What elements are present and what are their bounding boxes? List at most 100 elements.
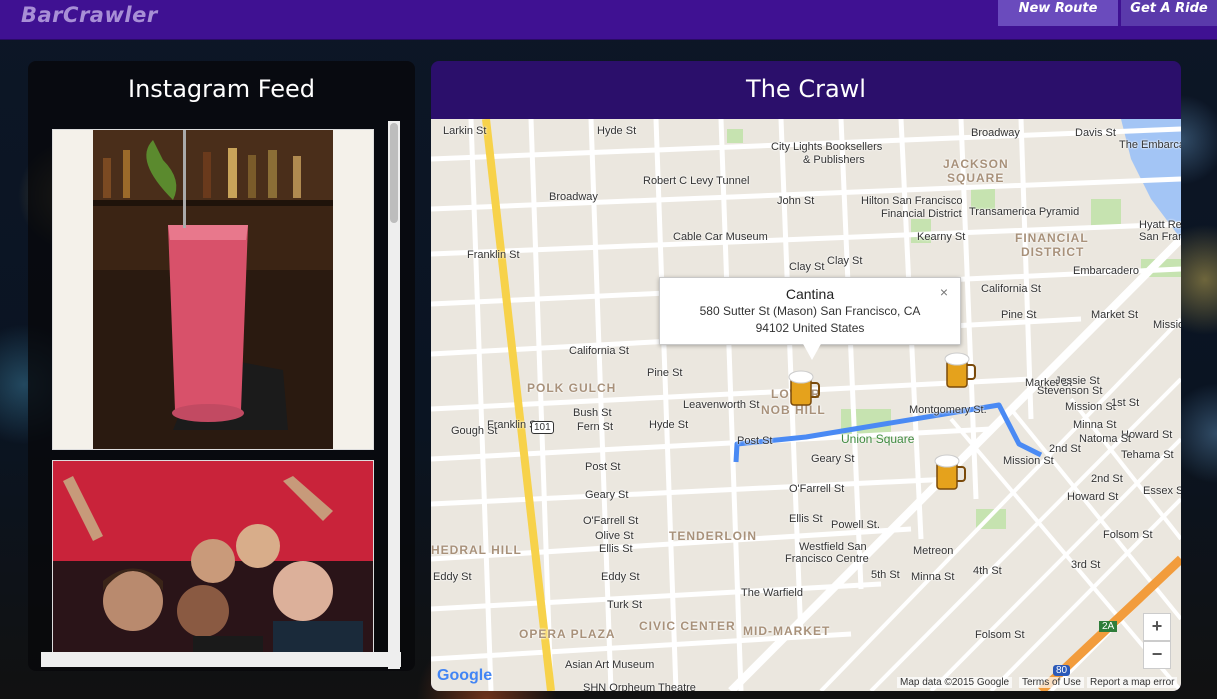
label-westfield-2: Francisco Centre (785, 553, 869, 565)
label-jackson-square-2: SQUARE (947, 171, 1005, 185)
map-data-attribution: Map data ©2015 Google (897, 677, 1013, 688)
label-fern-st: Fern St (577, 421, 614, 433)
label-5th-st: 5th St (871, 569, 900, 581)
label-pine-st-2: Pine St (1001, 309, 1037, 321)
label-folsom-st: Folsom St (1103, 529, 1153, 541)
instagram-panel: Instagram Feed (28, 61, 415, 671)
label-union-square: Union Square (841, 432, 915, 446)
label-geary-st: Geary St (811, 453, 855, 465)
exit-2a-sign: 2A (1099, 621, 1118, 632)
label-olive-st: Olive St (595, 530, 634, 542)
label-cable-car-museum: Cable Car Museum (673, 231, 768, 243)
i80-shield: 80 (1053, 665, 1071, 676)
new-route-button[interactable]: New Route (998, 0, 1118, 26)
label-kearny-st: Kearny St (917, 231, 966, 243)
label-westfield-1: Westfield San (799, 541, 867, 553)
feed-horizontal-scrollbar[interactable] (41, 652, 401, 667)
label-warfield: The Warfield (741, 587, 803, 599)
instagram-photo-cocktail[interactable] (52, 129, 374, 450)
label-john-st: John St (777, 195, 815, 207)
label-hilton-2: Financial District (881, 208, 962, 220)
label-california-st: California St (569, 345, 629, 357)
top-navbar: BarCrawler New Route Get A Ride (0, 0, 1217, 40)
label-financial-1: FINANCIAL (1015, 231, 1089, 245)
label-hyde-st-2: Hyde St (649, 419, 689, 431)
label-hyatt-2: San Francis (1139, 231, 1181, 243)
beer-marker-3[interactable] (933, 453, 967, 491)
label-hilton-1: Hilton San Francisco (861, 195, 963, 207)
zoom-out-button[interactable]: − (1143, 641, 1171, 669)
label-tehama-st: Tehama St (1121, 449, 1174, 461)
label-folsom-st-2: Folsom St (975, 629, 1025, 641)
instagram-title: Instagram Feed (128, 75, 315, 103)
label-hyde-st: Hyde St (597, 125, 637, 137)
label-eddy-st-2: Eddy St (601, 571, 640, 583)
label-post-st: Post St (737, 435, 773, 447)
label-ofarrell-st-2: O'Farrell St (583, 515, 639, 527)
label-embarcadero-station: Embarcadero (1073, 265, 1140, 277)
label-stevenson-st: Stevenson St (1037, 385, 1103, 397)
label-civic-center: CIVIC CENTER (639, 619, 736, 633)
instagram-photo-group[interactable] (52, 460, 374, 654)
label-essex-st: Essex St (1143, 485, 1181, 497)
label-geary-st-2: Geary St (585, 489, 629, 501)
feed-vertical-scrollbar[interactable] (388, 121, 400, 669)
feed-scroll-thumb[interactable] (390, 123, 398, 223)
instagram-feed (52, 129, 386, 654)
cocktail-image (53, 130, 373, 449)
label-franklin-st: Franklin St (467, 249, 520, 261)
label-the-embarcadero: The Embarcadero (1119, 139, 1181, 151)
label-4th-st: 4th St (973, 565, 1002, 577)
label-davis-st: Davis St (1075, 127, 1116, 139)
label-1st-st: 1st St (1111, 397, 1140, 409)
get-a-ride-button[interactable]: Get A Ride (1121, 0, 1217, 26)
label-ellis-st: Ellis St (789, 513, 823, 525)
label-opera-plaza: OPERA PLAZA (519, 627, 616, 641)
label-powell-station: Powell St. (831, 519, 880, 531)
label-market-st: Market St (1091, 309, 1139, 321)
close-icon[interactable]: × (940, 284, 948, 300)
label-turk-st: Turk St (607, 599, 643, 611)
label-cathedral-hill: HEDRAL HILL (431, 543, 522, 557)
info-window-address-line2: 94102 United States (755, 321, 865, 335)
report-map-error-link[interactable]: Report a map error (1087, 677, 1178, 688)
map-view[interactable]: POLK GULCH LOWER NOB HILL TENDERLOIN CIV… (431, 119, 1181, 691)
brand-logo[interactable]: BarCrawler (21, 3, 158, 27)
label-asian-art-museum: Asian Art Museum (565, 659, 655, 671)
label-clay-st: Clay St (789, 261, 825, 273)
label-minna-st-2: Minna St (1073, 419, 1117, 431)
label-city-lights-1: City Lights Booksellers (771, 141, 883, 153)
label-bush-st: Bush St (573, 407, 612, 419)
label-financial-2: DISTRICT (1021, 245, 1085, 259)
label-polk-gulch: POLK GULCH (527, 381, 617, 395)
beer-marker-cantina[interactable] (787, 369, 821, 407)
beer-marker-2[interactable] (943, 351, 977, 389)
google-logo[interactable]: Google (437, 667, 492, 685)
label-metreon: Metreon (913, 545, 954, 557)
label-broadway-east: Broadway (971, 127, 1020, 139)
label-eddy-st: Eddy St (433, 571, 472, 583)
label-robert-levy-tunnel: Robert C Levy Tunnel (643, 175, 750, 187)
label-mission-st-3: Mission St (1003, 455, 1054, 467)
label-natoma-st: Natoma St (1079, 433, 1131, 445)
label-broadway-west: Broadway (549, 191, 598, 203)
label-minna-st: Minna St (911, 571, 955, 583)
zoom-in-button[interactable]: + (1143, 613, 1171, 641)
info-window-pointer (802, 342, 822, 360)
label-california-st-2: California St (981, 283, 1041, 295)
label-shn-orpheum: SHN Orpheum Theatre (583, 682, 696, 691)
label-jackson-square-1: JACKSON (943, 157, 1009, 171)
label-leavenworth-st: Leavenworth St (683, 399, 760, 411)
terms-of-use-link[interactable]: Terms of Use (1019, 677, 1084, 688)
info-window-title: Cantina (785, 286, 835, 302)
label-hyatt-1: Hyatt Rege (1139, 219, 1181, 231)
label-2nd-st-2: 2nd St (1091, 473, 1123, 485)
label-larkin-st: Larkin St (443, 125, 487, 137)
us101-shield: 101 (531, 421, 554, 434)
label-clay-st-2: Clay St (827, 255, 863, 267)
label-montgomery-station: Montgomery St. (909, 404, 987, 416)
label-mission-st: Mission St (1153, 319, 1181, 331)
crawl-panel: The Crawl POLK GULCH NOB HILL TENDERLOIN… (431, 61, 1181, 691)
crawl-title: The Crawl (746, 75, 866, 103)
label-tenderloin: TENDERLOIN (669, 529, 757, 543)
